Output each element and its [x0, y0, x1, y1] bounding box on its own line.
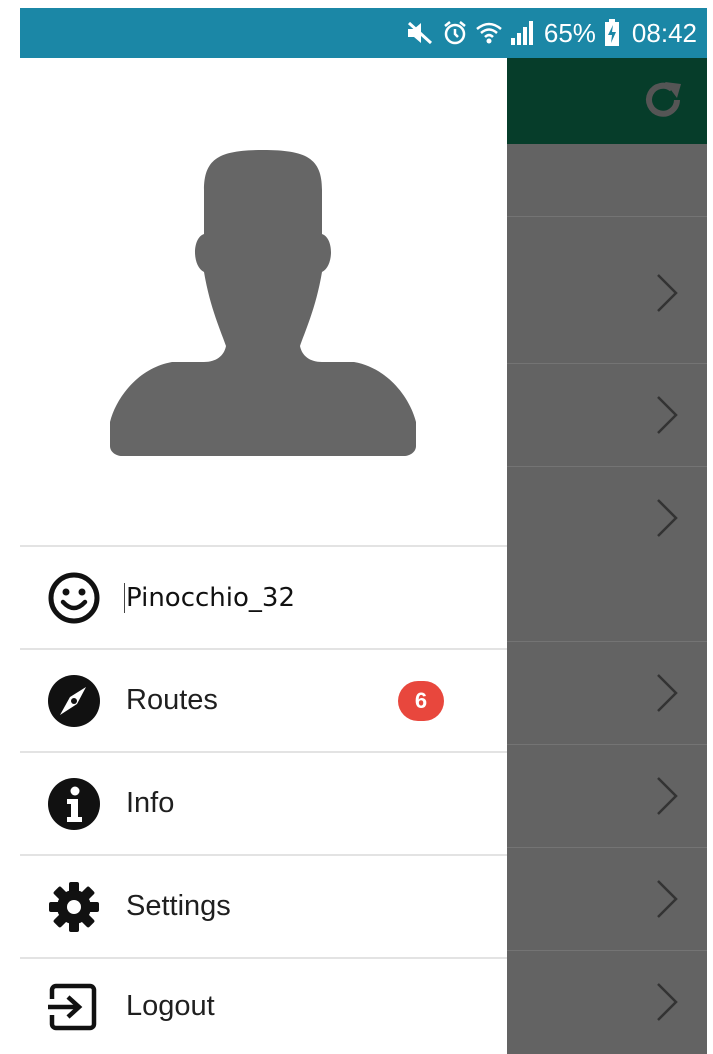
menu-label-info: Info	[126, 787, 175, 819]
chevron-right-icon	[657, 274, 678, 312]
background-row[interactable]	[507, 847, 707, 951]
background-row[interactable]	[507, 641, 707, 745]
menu-label-settings: Settings	[126, 890, 231, 922]
chevron-right-icon	[657, 880, 678, 918]
chevron-right-icon	[657, 983, 678, 1021]
signal-icon	[510, 21, 533, 45]
menu-label-routes: Routes	[126, 684, 218, 716]
navigation-drawer: Pinocchio_32 Routes 6 Info Settings Logo…	[20, 58, 507, 1054]
menu-item-username[interactable]: Pinocchio_32	[20, 545, 507, 648]
info-icon	[48, 777, 100, 830]
background-row[interactable]	[507, 466, 707, 570]
menu-item-routes[interactable]: Routes 6	[20, 648, 507, 751]
text-cursor	[124, 582, 125, 613]
status-bar: 65% 08:42	[20, 8, 707, 58]
chevron-right-icon	[657, 674, 678, 712]
menu-item-logout[interactable]: Logout	[20, 957, 507, 1054]
app-frame: 65% 08:42 Pinocchio_32 Routes 6 Info Set…	[20, 8, 707, 1054]
background-row[interactable]	[507, 950, 707, 1054]
menu-item-info[interactable]: Info	[20, 751, 507, 854]
refresh-icon[interactable]	[639, 76, 687, 124]
chevron-right-icon	[657, 396, 678, 434]
menu-label-logout: Logout	[126, 990, 215, 1022]
profile-avatar	[108, 148, 418, 458]
menu-item-settings[interactable]: Settings	[20, 854, 507, 957]
background-row[interactable]	[507, 363, 707, 467]
background-content	[507, 58, 707, 1054]
background-toolbar	[507, 58, 707, 144]
compass-icon	[48, 674, 100, 727]
person-silhouette-icon	[110, 150, 416, 456]
battery-percentage: 65%	[543, 17, 596, 48]
routes-count-badge: 6	[398, 680, 444, 721]
clock: 08:42	[631, 17, 697, 48]
background-row[interactable]	[507, 216, 707, 364]
wifi-icon	[476, 22, 502, 44]
chevron-right-icon	[657, 777, 678, 815]
smiley-icon	[48, 572, 100, 623]
mute-icon	[407, 21, 432, 45]
battery-charging-icon	[604, 19, 619, 46]
logout-icon	[46, 983, 97, 1030]
chevron-right-icon	[657, 499, 678, 537]
alarm-icon	[444, 21, 466, 45]
background-row[interactable]	[507, 744, 707, 848]
menu-label-username: Pinocchio_32	[126, 582, 295, 613]
gear-icon	[49, 881, 99, 932]
